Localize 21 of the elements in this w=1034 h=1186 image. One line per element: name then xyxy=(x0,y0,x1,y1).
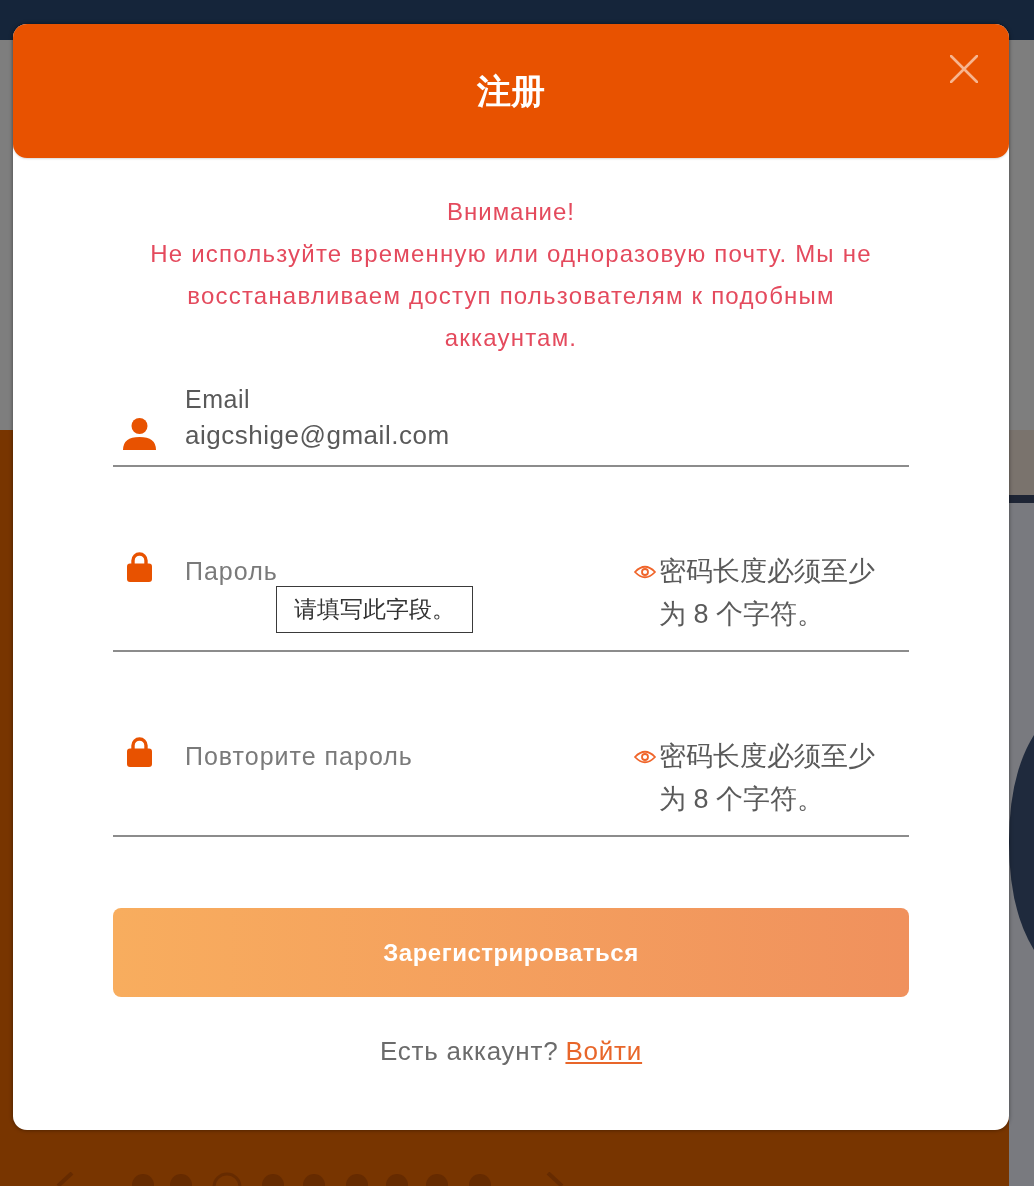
register-button[interactable]: Зарегистрироваться xyxy=(113,908,909,997)
dark-stripe xyxy=(1009,495,1034,503)
dimmed-side-block xyxy=(1009,430,1034,495)
password-input[interactable]: Повторите пароль xyxy=(185,735,634,778)
password-hint: 密码长度必须至少为 8 个字符。 xyxy=(659,555,876,631)
warning-heading: Внимание! xyxy=(447,197,575,227)
eye-icon[interactable] xyxy=(634,750,656,764)
close-icon xyxy=(950,55,978,83)
login-prompt: Есть аккаунт? xyxy=(379,1035,559,1068)
login-link[interactable]: Войти xyxy=(565,1033,643,1069)
warning-text: Не используйте временную или одноразовую почту. Мы не восстанавливаем доступ пользователям к подобным аккаунтам. xyxy=(149,239,873,353)
eye-icon[interactable] xyxy=(634,565,656,579)
email-input[interactable]: aigcshige@gmail.com xyxy=(185,417,909,453)
password-hint: 密码长度必须至少为 8 个字符。 xyxy=(659,740,876,816)
validation-tooltip: 请填写此字段。 xyxy=(276,586,473,633)
dialog-title: 注册 xyxy=(477,70,545,112)
user-icon xyxy=(123,418,156,450)
close-button[interactable] xyxy=(950,55,978,83)
email-label: Email xyxy=(185,384,250,415)
lock-icon xyxy=(127,737,152,767)
lock-icon xyxy=(127,552,152,582)
